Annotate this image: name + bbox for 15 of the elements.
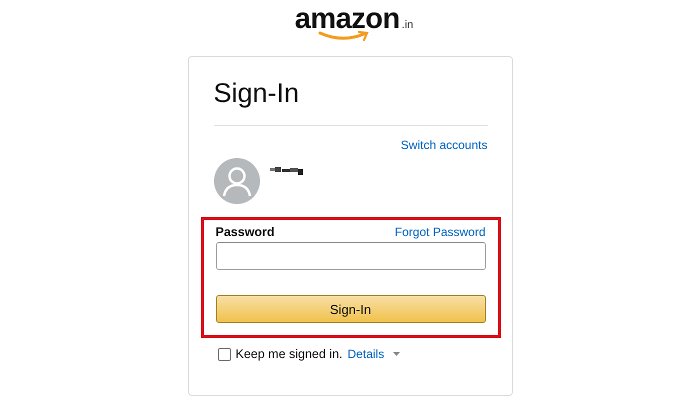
logo-suffix: .in [402, 19, 414, 31]
blurred-name-drawing [270, 166, 306, 176]
avatar-icon [214, 158, 260, 204]
logo-wordmark: amazon [294, 4, 400, 34]
details-link[interactable]: Details [348, 347, 384, 361]
switch-accounts-link[interactable]: Switch accounts [400, 138, 488, 152]
sign-in-button[interactable]: Sign-In [216, 295, 486, 323]
password-label: Password [216, 225, 275, 239]
forgot-password-link[interactable]: Forgot Password [394, 225, 486, 239]
keep-signed-in-label: Keep me signed in. [236, 347, 343, 361]
page-title: Sign-In [214, 77, 300, 110]
checkbox[interactable] [218, 348, 230, 360]
caret-icon[interactable] [393, 352, 400, 356]
password-field[interactable] [216, 242, 486, 270]
smile-arrow-icon [318, 30, 370, 42]
